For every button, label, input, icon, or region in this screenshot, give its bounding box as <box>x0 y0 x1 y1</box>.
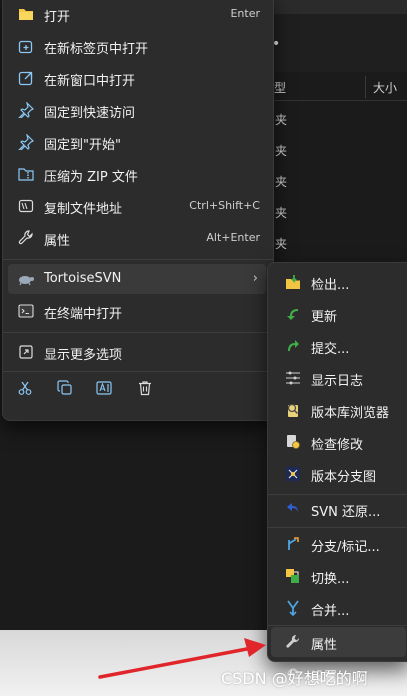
checkout-icon <box>285 274 301 290</box>
rename-icon[interactable] <box>94 378 116 398</box>
zip-icon <box>17 166 35 182</box>
submenu-item-label: SVN 还原... <box>311 505 381 520</box>
menu-item-tortoisesvn[interactable]: TortoiseSVN › <box>8 264 266 294</box>
tortoise-icon <box>17 271 35 287</box>
update-icon <box>285 306 301 322</box>
submenu-item-switch[interactable]: 切换... <box>271 561 406 591</box>
terminal-icon <box>17 303 35 319</box>
copy-icon[interactable] <box>54 378 76 398</box>
submenu-item-label: 合并... <box>311 604 350 619</box>
cut-icon[interactable] <box>14 378 36 398</box>
submenu-item-label: 属性 <box>311 638 338 653</box>
switch-icon <box>285 568 301 584</box>
menu-item-show-more-options[interactable]: 显示更多选项 <box>8 337 266 367</box>
repo-browser-icon <box>285 402 301 418</box>
explorer-toolbar <box>270 14 407 73</box>
file-row-type: 夹 <box>275 175 288 189</box>
submenu-item-commit[interactable]: 提交... <box>271 331 406 361</box>
menu-item-pin-quick-access[interactable]: 固定到快速访问 <box>8 95 266 125</box>
submenu-item-branch-tag[interactable]: 分支/标记... <box>271 529 406 559</box>
file-row-type: 夹 <box>275 113 288 127</box>
menu-item-label: 复制文件地址 <box>44 202 123 217</box>
menu-item-label: 固定到快速访问 <box>44 106 136 121</box>
context-menu: 打开 Enter 在新标签页中打开 在新窗口中打开 固定到快速访问 固定到"开始… <box>2 0 274 421</box>
menu-item-open-terminal[interactable]: 在终端中打开 <box>8 296 266 326</box>
commit-icon <box>285 338 301 354</box>
file-row-type: 夹 <box>275 144 288 158</box>
tortoisesvn-submenu: 检出... 更新 提交... 显示日志 版本库浏览器 检查修改 版本分支图 SV… <box>267 262 407 685</box>
submenu-item-label: 版本分支图 <box>311 470 377 485</box>
file-list-header: 型 大小 <box>270 72 407 101</box>
submenu-divider <box>268 625 407 626</box>
pin-icon <box>17 134 35 150</box>
branch-icon <box>285 536 301 552</box>
menu-item-label: 属性 <box>44 234 71 249</box>
menu-item-label: 压缩为 ZIP 文件 <box>44 170 138 185</box>
menu-item-open-new-tab[interactable]: 在新标签页中打开 <box>8 31 266 61</box>
menu-item-label: 固定到"开始" <box>44 138 121 153</box>
chevron-right-icon: › <box>252 271 258 286</box>
submenu-item-label: 提交... <box>311 342 350 357</box>
menu-item-shortcut: Enter <box>230 7 260 20</box>
properties-icon <box>285 634 301 650</box>
menu-item-shortcut: Ctrl+Shift+C <box>189 199 260 212</box>
menu-divider <box>3 371 273 372</box>
menu-item-label: 在终端中打开 <box>44 307 123 322</box>
menu-item-label: 打开 <box>44 10 71 25</box>
menu-item-label: 显示更多选项 <box>44 348 123 363</box>
menu-divider <box>3 259 273 260</box>
submenu-item-label: 切换... <box>311 572 350 587</box>
menu-item-label: 在新标签页中打开 <box>44 42 149 57</box>
submenu-divider <box>268 527 407 528</box>
submenu-item-show-log[interactable]: 显示日志 <box>271 363 406 393</box>
menu-item-properties[interactable]: 属性 Alt+Enter <box>8 223 266 253</box>
submenu-item-repo-browser[interactable]: 版本库浏览器 <box>271 395 406 425</box>
submenu-item-revert[interactable]: SVN 还原... <box>271 494 406 524</box>
menu-item-compress-zip[interactable]: 压缩为 ZIP 文件 <box>8 159 266 189</box>
submenu-item-label: 更新 <box>311 310 338 325</box>
file-row-type: 夹 <box>275 206 288 220</box>
new-tab-icon <box>17 38 35 54</box>
submenu-item-checkout[interactable]: 检出... <box>271 267 406 297</box>
submenu-item-check-modifications[interactable]: 检查修改 <box>271 427 406 457</box>
submenu-item-label: 检查修改 <box>311 438 364 453</box>
wrench-icon <box>17 230 35 246</box>
merge-icon <box>285 600 301 616</box>
pin-icon <box>17 102 35 118</box>
menu-item-label: TortoiseSVN <box>44 271 122 286</box>
explorer-title-bar <box>270 0 407 14</box>
header-separator <box>365 76 366 98</box>
menu-item-pin-start[interactable]: 固定到"开始" <box>8 127 266 157</box>
submenu-item-update[interactable]: 更新 <box>271 299 406 329</box>
delete-icon[interactable] <box>134 378 156 398</box>
check-modifications-icon <box>285 434 301 450</box>
submenu-item-label: 显示日志 <box>311 374 364 389</box>
revert-icon <box>285 501 301 517</box>
file-row-type: 夹 <box>275 237 288 251</box>
revision-graph-icon <box>285 466 301 482</box>
folder-icon <box>17 6 35 22</box>
submenu-item-label: 版本库浏览器 <box>311 406 390 421</box>
log-icon <box>285 370 301 386</box>
watermark: CSDN @好想吃的啊 <box>221 669 368 688</box>
submenu-item-revision-graph[interactable]: 版本分支图 <box>271 459 406 489</box>
menu-item-open-new-window[interactable]: 在新窗口中打开 <box>8 63 266 93</box>
submenu-item-properties[interactable]: 属性 <box>271 627 406 657</box>
submenu-item-merge[interactable]: 合并... <box>271 593 406 623</box>
menu-divider <box>3 332 273 333</box>
copy-path-icon <box>17 198 35 214</box>
menu-item-label: 在新窗口中打开 <box>44 74 136 89</box>
menu-item-copy-path[interactable]: 复制文件地址 Ctrl+Shift+C <box>8 191 266 221</box>
header-size[interactable]: 大小 <box>373 79 397 96</box>
submenu-item-label: 检出... <box>311 278 350 293</box>
menu-item-shortcut: Alt+Enter <box>206 231 260 244</box>
new-window-icon <box>17 70 35 86</box>
menu-item-open[interactable]: 打开 Enter <box>8 0 266 29</box>
more-options-icon <box>17 344 35 360</box>
submenu-item-label: 分支/标记... <box>311 540 380 555</box>
header-type[interactable]: 型 <box>274 79 286 96</box>
